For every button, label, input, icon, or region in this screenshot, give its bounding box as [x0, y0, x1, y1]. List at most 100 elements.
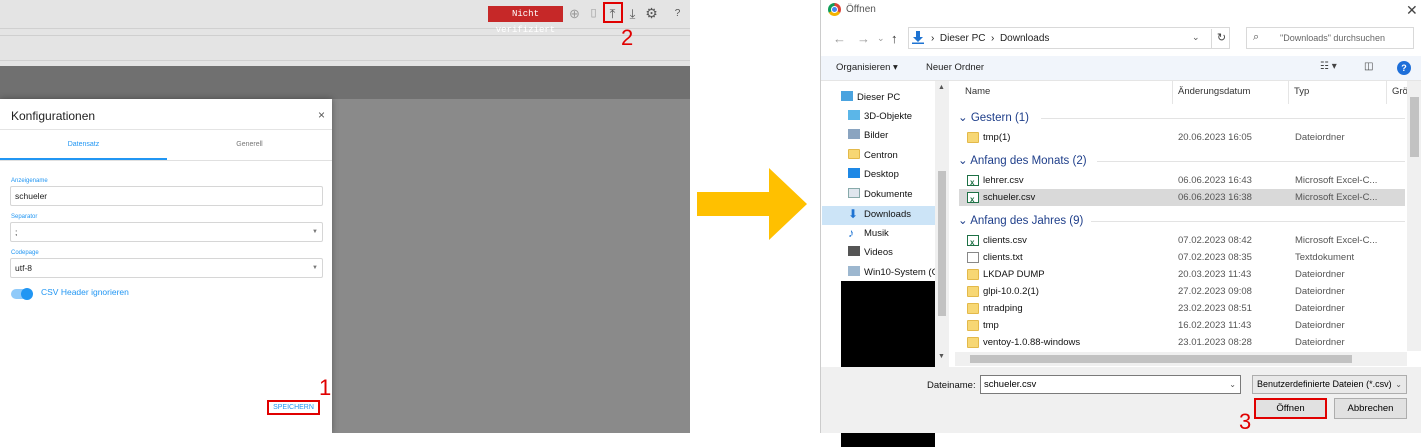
- new-folder-button[interactable]: Neuer Ordner: [926, 62, 984, 73]
- verification-badge: Nicht verifiziert: [488, 6, 563, 35]
- organize-button[interactable]: Organisieren ▾: [836, 62, 898, 73]
- search-input[interactable]: ⌕ "Downloads" durchsuchen: [1246, 27, 1414, 49]
- group-label: Anfang des Jahres (9): [970, 215, 1084, 227]
- tree-item-win10-system[interactable]: Win10-System (C: [848, 264, 938, 282]
- config-dialog: Konfigurationen × Datensatz Generell Anz…: [0, 99, 332, 433]
- tab-generell[interactable]: Generell: [167, 135, 332, 155]
- filetype-select[interactable]: Benutzerdefinierte Dateien (*.csv) ⌄: [1252, 375, 1407, 394]
- file-date: 06.06.2023 16:38: [1178, 192, 1252, 203]
- tree-item-dieser-pc[interactable]: Dieser PC: [841, 89, 900, 107]
- dialog-title: Öffnen: [846, 4, 876, 15]
- filename-label: Dateiname:: [927, 380, 976, 391]
- breadcrumb-pc[interactable]: Dieser PC: [940, 33, 986, 44]
- help-icon[interactable]: ?: [1397, 61, 1411, 75]
- file-type: Dateiordner: [1295, 286, 1345, 297]
- display-name-input[interactable]: schueler: [10, 186, 323, 206]
- folder-icon: [967, 286, 979, 297]
- codepage-select[interactable]: utf-8 ▼: [10, 258, 323, 278]
- address-bar[interactable]: › Dieser PC › Downloads ⌄ ↻: [908, 27, 1230, 49]
- column-type[interactable]: Typ: [1294, 86, 1309, 97]
- documents-icon: [848, 188, 860, 198]
- download-icon[interactable]: ⤓: [625, 6, 640, 21]
- back-button[interactable]: ←: [833, 31, 846, 46]
- file-type: Textdokument: [1295, 252, 1355, 263]
- save-button[interactable]: SPEICHERN: [267, 400, 320, 415]
- group-header[interactable]: ⌄ Gestern (1): [958, 110, 1029, 124]
- folder-icon: [967, 337, 979, 348]
- view-options-icon[interactable]: ☷ ▾: [1320, 61, 1337, 72]
- help-icon[interactable]: ?: [670, 6, 685, 21]
- tree-label: Dokumente: [864, 189, 913, 200]
- csv-header-toggle[interactable]: [11, 288, 33, 300]
- file-row[interactable]: LKDAP DUMP 20.03.2023 11:43 Dateiordner: [959, 266, 1405, 283]
- file-date: 27.02.2023 09:08: [1178, 286, 1252, 297]
- step-1-label: 1: [319, 375, 332, 400]
- file-name: clients.txt: [983, 252, 1023, 263]
- file-row[interactable]: tmp(1) 20.06.2023 16:05 Dateiordner: [959, 129, 1405, 146]
- horizontal-scrollbar[interactable]: [955, 352, 1407, 366]
- file-row[interactable]: tmp 16.02.2023 11:43 Dateiordner: [959, 317, 1405, 334]
- excel-file-icon: [967, 191, 979, 208]
- tab-datensatz[interactable]: Datensatz: [0, 135, 167, 155]
- excel-file-icon: [967, 174, 979, 191]
- music-icon: ♪: [848, 226, 854, 240]
- separator-value: ;: [15, 227, 18, 237]
- file-row[interactable]: lehrer.csv 06.06.2023 16:43 Microsoft Exce…: [959, 172, 1405, 191]
- file-row-selected[interactable]: schueler.csv 06.06.2023 16:38 Microsoft Ex…: [959, 189, 1405, 208]
- search-icon: ⌕: [1253, 31, 1260, 43]
- file-row[interactable]: ventoy-1.0.88-windows 23.01.2023 08:28 Dat…: [959, 334, 1405, 351]
- group-label: Gestern (1): [970, 112, 1030, 124]
- close-icon[interactable]: ✕: [1406, 2, 1418, 19]
- trash-icon[interactable]: ▯: [586, 6, 601, 21]
- tree-item-downloads[interactable]: ⬇ Downloads: [848, 206, 911, 224]
- downloads-icon: ⬇: [848, 207, 859, 221]
- tree-item-musik[interactable]: ♪ Musik: [848, 225, 889, 243]
- preview-pane-icon[interactable]: ◫: [1364, 61, 1373, 72]
- forward-button[interactable]: →: [857, 31, 870, 46]
- tree-item-bilder[interactable]: Bilder: [848, 127, 888, 145]
- filename-input[interactable]: schueler.csv ⌄: [980, 375, 1241, 394]
- close-icon[interactable]: ×: [318, 108, 325, 122]
- file-row[interactable]: clients.csv 07.02.2023 08:42 Microsoft Exc…: [959, 232, 1405, 251]
- downloads-icon: [912, 31, 924, 44]
- open-button[interactable]: Öffnen: [1254, 398, 1327, 419]
- tree-label: Videos: [864, 247, 893, 258]
- column-date[interactable]: Änderungsdatum: [1178, 86, 1250, 97]
- tree-item-videos[interactable]: Videos: [848, 244, 893, 262]
- recent-locations-button[interactable]: ⌄: [877, 33, 885, 44]
- csv-header-label: CSV Header ignorieren: [41, 287, 129, 297]
- chevron-down-icon[interactable]: ⌄: [1192, 32, 1200, 43]
- step-3-label: 3: [1239, 409, 1252, 434]
- tree-item-centron[interactable]: Centron: [848, 147, 898, 165]
- app-header: Nicht verifiziert ⊕ ▯ ⤒ ⤓ ⚙ ? 2: [0, 0, 690, 66]
- column-name[interactable]: Name: [965, 86, 990, 97]
- breadcrumb-sep: ›: [991, 33, 995, 44]
- column-size[interactable]: Grö: [1392, 86, 1408, 97]
- file-row[interactable]: glpi-10.0.2(1) 27.02.2023 09:08 Dateiordne…: [959, 283, 1405, 300]
- separator-select[interactable]: ; ▼: [10, 222, 323, 242]
- chevron-down-icon[interactable]: ⌄: [1229, 376, 1236, 393]
- refresh-icon[interactable]: ↻: [1211, 29, 1231, 48]
- group-label: Anfang des Monats (2): [970, 155, 1087, 167]
- file-row[interactable]: clients.txt 07.02.2023 08:35 Textdokument: [959, 249, 1405, 266]
- file-list-scrollbar[interactable]: [1407, 81, 1421, 351]
- up-button[interactable]: ↑: [891, 31, 898, 46]
- web-app-panel: Nicht verifiziert ⊕ ▯ ⤒ ⤓ ⚙ ? 2 Konfigur…: [0, 0, 690, 433]
- cube-icon: [848, 110, 860, 120]
- gear-icon[interactable]: ⚙: [644, 6, 659, 21]
- file-date: 06.06.2023 16:43: [1178, 175, 1252, 186]
- tree-item-3d-objekte[interactable]: 3D-Objekte: [848, 108, 912, 126]
- breadcrumb-downloads[interactable]: Downloads: [1000, 33, 1049, 44]
- tree-scrollbar[interactable]: ▲ ▼: [935, 81, 949, 367]
- pictures-icon: [848, 129, 860, 139]
- cancel-button[interactable]: Abbrechen: [1334, 398, 1407, 419]
- plus-circle-icon[interactable]: ⊕: [567, 6, 582, 21]
- group-header[interactable]: ⌄ Anfang des Monats (2): [958, 153, 1087, 167]
- file-row[interactable]: ntradping 23.02.2023 08:51 Dateiordner: [959, 300, 1405, 317]
- tree-item-dokumente[interactable]: Dokumente: [848, 186, 913, 204]
- folder-icon: [967, 303, 979, 314]
- upload-highlight: [603, 2, 623, 23]
- file-date: 16.02.2023 11:43: [1178, 320, 1252, 331]
- tree-item-desktop[interactable]: Desktop: [848, 166, 899, 184]
- group-header[interactable]: ⌄ Anfang des Jahres (9): [958, 213, 1083, 227]
